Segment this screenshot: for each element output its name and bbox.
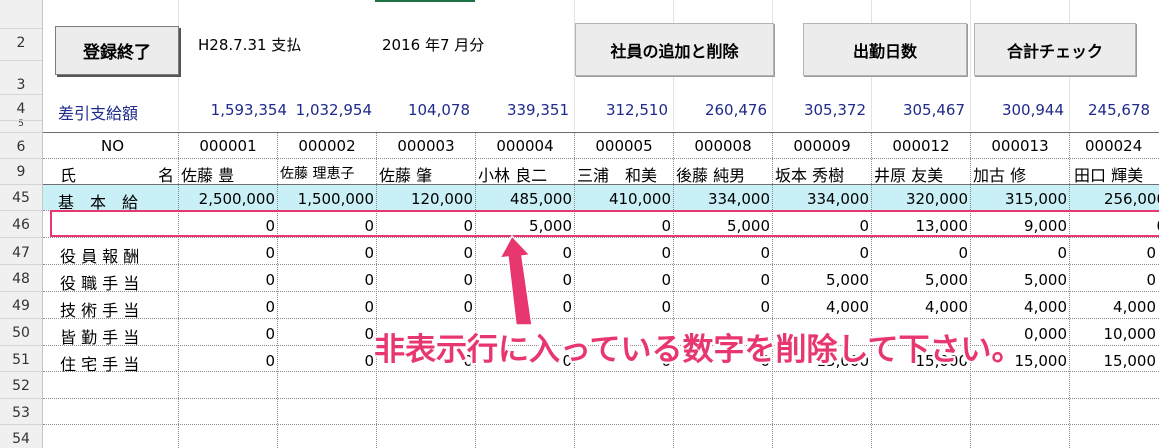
annotation-text: 非表示行に入っている数字を削除して下さい。 [374, 332, 1023, 368]
callout-arrow-icon [498, 234, 533, 326]
